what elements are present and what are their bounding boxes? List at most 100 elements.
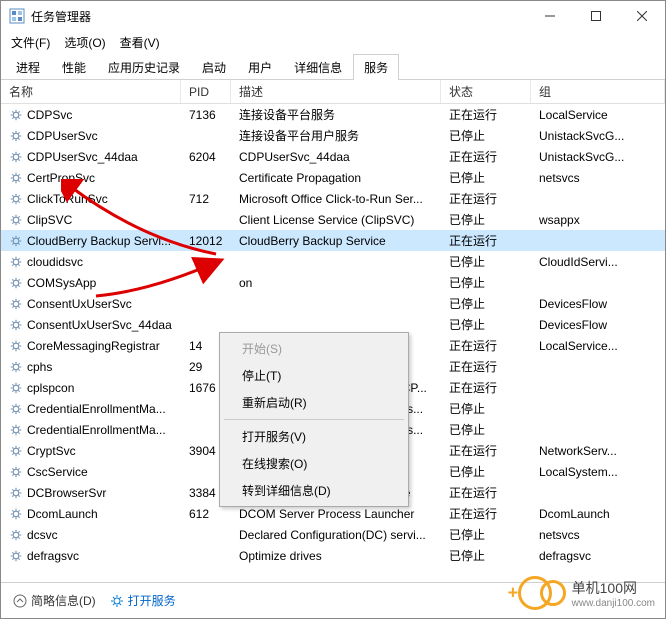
service-name: ClipSVC [27,213,72,227]
service-icon [9,255,23,269]
service-icon [9,549,23,563]
service-group: LocalSystem... [531,465,665,479]
ctx-stop[interactable]: 停止(T) [222,362,406,389]
column-desc[interactable]: 描述 [231,80,441,103]
window-title: 任务管理器 [31,8,527,25]
service-icon [9,507,23,521]
service-desc: CloudBerry Backup Service [231,234,441,248]
table-row[interactable]: defragsvcOptimize drives已停止defragsvc [1,545,665,566]
maximize-button[interactable] [573,1,619,31]
table-row[interactable]: CDPSvc7136连接设备平台服务正在运行LocalService [1,104,665,125]
service-name: ConsentUxUserSvc [27,297,132,311]
table-row[interactable]: ConsentUxUserSvc 已停止DevicesFlow [1,293,665,314]
service-status: 已停止 [441,400,531,417]
table-row[interactable]: CertPropSvcCertificate Propagation已停止net… [1,167,665,188]
service-group: netsvcs [531,528,665,542]
service-icon [9,465,23,479]
ctx-goto-details[interactable]: 转到详细信息(D) [222,477,406,504]
service-desc: Microsoft Office Click-to-Run Ser... [231,192,441,206]
service-desc: Declared Configuration(DC) servi... [231,528,441,542]
service-group: wsappx [531,213,665,227]
ctx-open-services[interactable]: 打开服务(V) [222,423,406,450]
service-status: 已停止 [441,463,531,480]
table-row[interactable]: CDPUserSvc_44daa6204CDPUserSvc_44daa正在运行… [1,146,665,167]
tab-history[interactable]: 应用历史记录 [97,54,191,80]
service-status: 已停止 [441,295,531,312]
service-icon [9,171,23,185]
service-name: CredentialEnrollmentMa... [27,402,166,416]
minimize-button[interactable] [527,1,573,31]
service-name: cphs [27,360,52,374]
tab-processes[interactable]: 进程 [5,54,51,80]
ctx-restart[interactable]: 重新启动(R) [222,389,406,416]
service-status: 已停止 [441,316,531,333]
chevron-up-icon [13,594,27,608]
table-row[interactable]: cloudidsvc已停止CloudIdServi... [1,251,665,272]
service-group: CloudIdServi... [531,255,665,269]
service-icon [9,150,23,164]
menu-file[interactable]: 文件(F) [5,32,56,53]
service-status: 已停止 [441,526,531,543]
service-desc: on [231,276,441,290]
service-name: DcomLaunch [27,507,98,521]
table-row[interactable]: COMSysAppon已停止 [1,272,665,293]
service-icon [9,402,23,416]
table-row[interactable]: CDPUserSvc连接设备平台用户服务已停止UnistackSvcG... [1,125,665,146]
table-row[interactable]: CloudBerry Backup Servi...12012CloudBerr… [1,230,665,251]
close-button[interactable] [619,1,665,31]
tab-performance[interactable]: 性能 [51,54,97,80]
logo-circle-small [540,580,566,606]
tab-details[interactable]: 详细信息 [283,54,353,80]
service-icon [9,360,23,374]
service-name: cplspcon [27,381,74,395]
ctx-search[interactable]: 在线搜索(O) [222,450,406,477]
service-group: UnistackSvcG... [531,129,665,143]
table-row[interactable]: dcsvc Declared Configuration(DC) servi...… [1,524,665,545]
service-group: netsvcs [531,171,665,185]
service-icon [9,444,23,458]
service-name: CDPUserSvc [27,129,98,143]
service-name: ConsentUxUserSvc_44daa [27,318,172,332]
service-name: DCBrowserSvr [27,486,106,500]
service-status: 正在运行 [441,505,531,522]
open-services-label: 打开服务 [128,592,176,609]
service-name: cloudidsvc [27,255,83,269]
service-status: 正在运行 [441,358,531,375]
column-pid[interactable]: PID [181,80,231,103]
service-icon [9,528,23,542]
service-pid: 612 [181,507,231,521]
service-desc: DCOM Server Process Launcher [231,507,441,521]
column-status[interactable]: 状态 [441,80,531,103]
watermark-text: 单机100网 [572,580,637,596]
service-name: defragsvc [27,549,79,563]
column-group[interactable]: 组 [531,80,665,103]
service-name: dcsvc [27,528,58,542]
service-status: 正在运行 [441,442,531,459]
service-desc: 连接设备平台服务 [231,106,441,123]
service-group: DevicesFlow [531,297,665,311]
tab-users[interactable]: 用户 [237,54,283,80]
service-icon [9,381,23,395]
service-status: 正在运行 [441,106,531,123]
tab-startup[interactable]: 启动 [191,54,237,80]
tabs: 进程 性能 应用历史记录 启动 用户 详细信息 服务 [1,53,665,80]
context-menu: 开始(S) 停止(T) 重新启动(R) 打开服务(V) 在线搜索(O) 转到详细… [219,332,409,507]
service-pid: 7136 [181,108,231,122]
table-row[interactable]: ClipSVCClient License Service (ClipSVC)已… [1,209,665,230]
service-status: 已停止 [441,127,531,144]
service-pid: 12012 [181,234,231,248]
menu-view[interactable]: 查看(V) [114,32,166,53]
table-row[interactable]: ClickToRunSvc712Microsoft Office Click-t… [1,188,665,209]
tab-services[interactable]: 服务 [353,54,399,80]
service-icon [9,339,23,353]
menu-options[interactable]: 选项(O) [58,32,111,53]
window-controls [527,1,665,31]
table-header: 名称 PID 描述 状态 组 [1,80,665,104]
column-name[interactable]: 名称 [1,80,181,103]
service-name: CDPUserSvc_44daa [27,150,138,164]
open-services-button[interactable]: 打开服务 [110,592,176,609]
menubar: 文件(F) 选项(O) 查看(V) [1,31,665,53]
service-pid: 712 [181,192,231,206]
service-status: 已停止 [441,274,531,291]
fewer-details-button[interactable]: 简略信息(D) [13,592,96,609]
